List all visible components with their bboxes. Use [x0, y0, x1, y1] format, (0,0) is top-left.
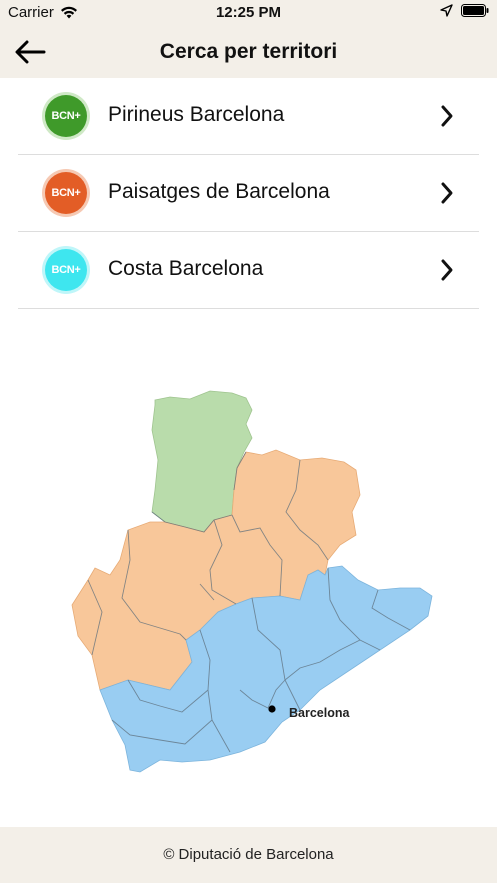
chevron-right-icon [441, 182, 453, 204]
status-right [440, 4, 489, 17]
page-title: Cerca per territori [159, 40, 338, 63]
province-map: Barcelona [60, 380, 440, 780]
city-label: Barcelona [289, 706, 350, 720]
battery-icon [461, 4, 489, 17]
bcn-logo-icon: BCN+ [45, 172, 87, 214]
territory-label: Pirineus Barcelona [108, 103, 285, 126]
badge-text: BCN+ [51, 187, 81, 199]
badge-text: BCN+ [51, 110, 81, 122]
territory-label: Costa Barcelona [108, 257, 264, 280]
province-map-svg: Barcelona [71, 390, 433, 773]
territory-item-costa[interactable]: BCN+ Costa Barcelona [18, 232, 479, 309]
territory-label: Paisatges de Barcelona [108, 180, 330, 203]
territory-item-paisatges[interactable]: BCN+ Paisatges de Barcelona [18, 155, 479, 232]
status-time: 12:25 PM [215, 4, 282, 21]
chevron-right-icon [441, 259, 453, 281]
city-marker-icon [268, 705, 276, 713]
status-bar: Carrier 12:25 PM [0, 0, 497, 26]
footer-copyright: © Diputació de Barcelona [163, 846, 334, 863]
badge-text: BCN+ [51, 264, 81, 276]
territory-list: BCN+ Pirineus Barcelona BCN+ Paisatges d… [18, 78, 479, 309]
bcn-logo-icon: BCN+ [45, 249, 87, 291]
chevron-right-icon [441, 105, 453, 127]
navigation-bar: Cerca per territori [0, 26, 497, 78]
bcn-logo-icon: BCN+ [45, 95, 87, 137]
territory-item-pirineus[interactable]: BCN+ Pirineus Barcelona [18, 78, 479, 155]
footer: © Diputació de Barcelona [0, 827, 497, 883]
location-arrow-icon [440, 4, 453, 17]
